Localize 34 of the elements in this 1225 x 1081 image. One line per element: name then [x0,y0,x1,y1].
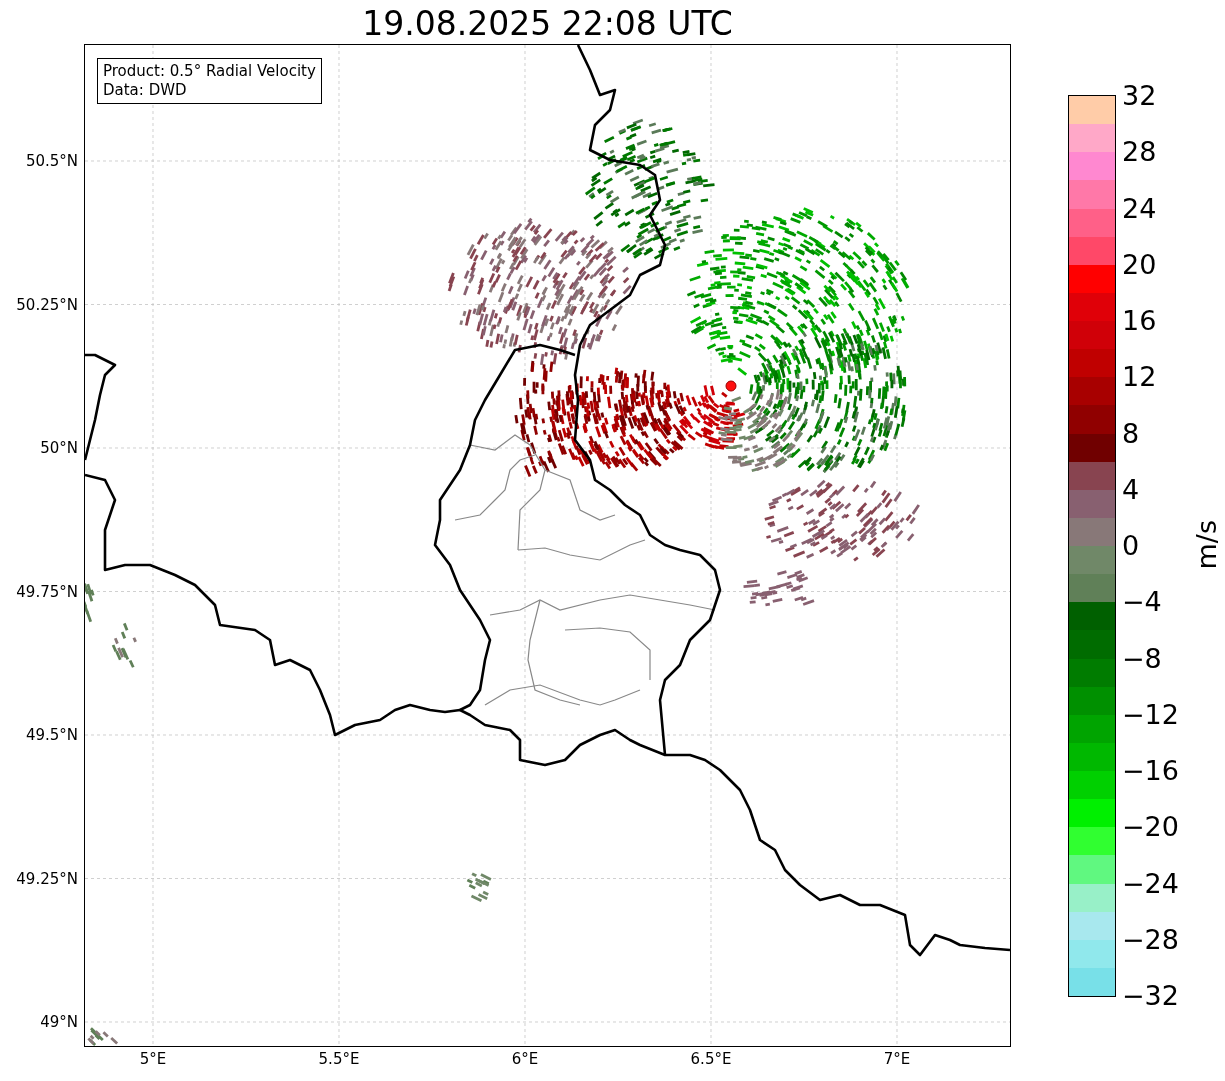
y-tick-label: 50°N [40,439,78,457]
colorbar-tick-label: 0 [1121,530,1140,562]
x-tick-label: 6°E [510,1050,540,1068]
chart-title: 19.08.2025 22:08 UTC [361,4,734,43]
y-tick-label: 50.25°N [16,295,78,314]
y-tick-label: 50.5°N [25,152,78,170]
radar-site-marker [725,380,737,392]
info-text: Product: 0.5° Radial Velocity [103,62,316,81]
colorbar-tick-label: 12 [1121,361,1157,394]
y-tick-label: 49°N [40,1013,78,1031]
x-tick-label: 5°E [138,1050,168,1068]
colorbar-tick-label: −24 [1121,867,1179,900]
colorbar-tick-label: 8 [1121,417,1140,450]
colorbar-tick-label: 4 [1121,473,1140,506]
colorbar-tick-label: −20 [1121,811,1179,844]
colorbar-tick-label: 24 [1121,192,1157,225]
colorbar-tick-label: −12 [1121,698,1179,731]
colorbar-tick-label: −28 [1121,923,1179,956]
x-tick-label: 7°E [882,1050,912,1068]
colorbar-tick-label: −4 [1121,586,1162,619]
info-text: Data: DWD [103,81,188,100]
y-tick-label: 49.75°N [16,582,78,601]
colorbar-tick-label: −32 [1121,980,1179,1012]
colorbar-tick-label: 16 [1121,305,1157,337]
colorbar-tick-label: −16 [1121,755,1179,787]
colorbar-tick-label: 28 [1121,136,1157,169]
x-tick-label: 5.5°E [317,1050,361,1068]
colorbar-tick-label: 20 [1121,248,1157,281]
y-tick-label: 49.25°N [16,869,78,888]
colorbar-label: m/s [1192,520,1222,570]
colorbar-tick-label: −8 [1121,642,1162,675]
x-tick-label: 6.5°E [689,1050,733,1068]
colorbar-tick-label: 32 [1121,80,1157,112]
y-tick-label: 49.5°N [25,726,78,744]
